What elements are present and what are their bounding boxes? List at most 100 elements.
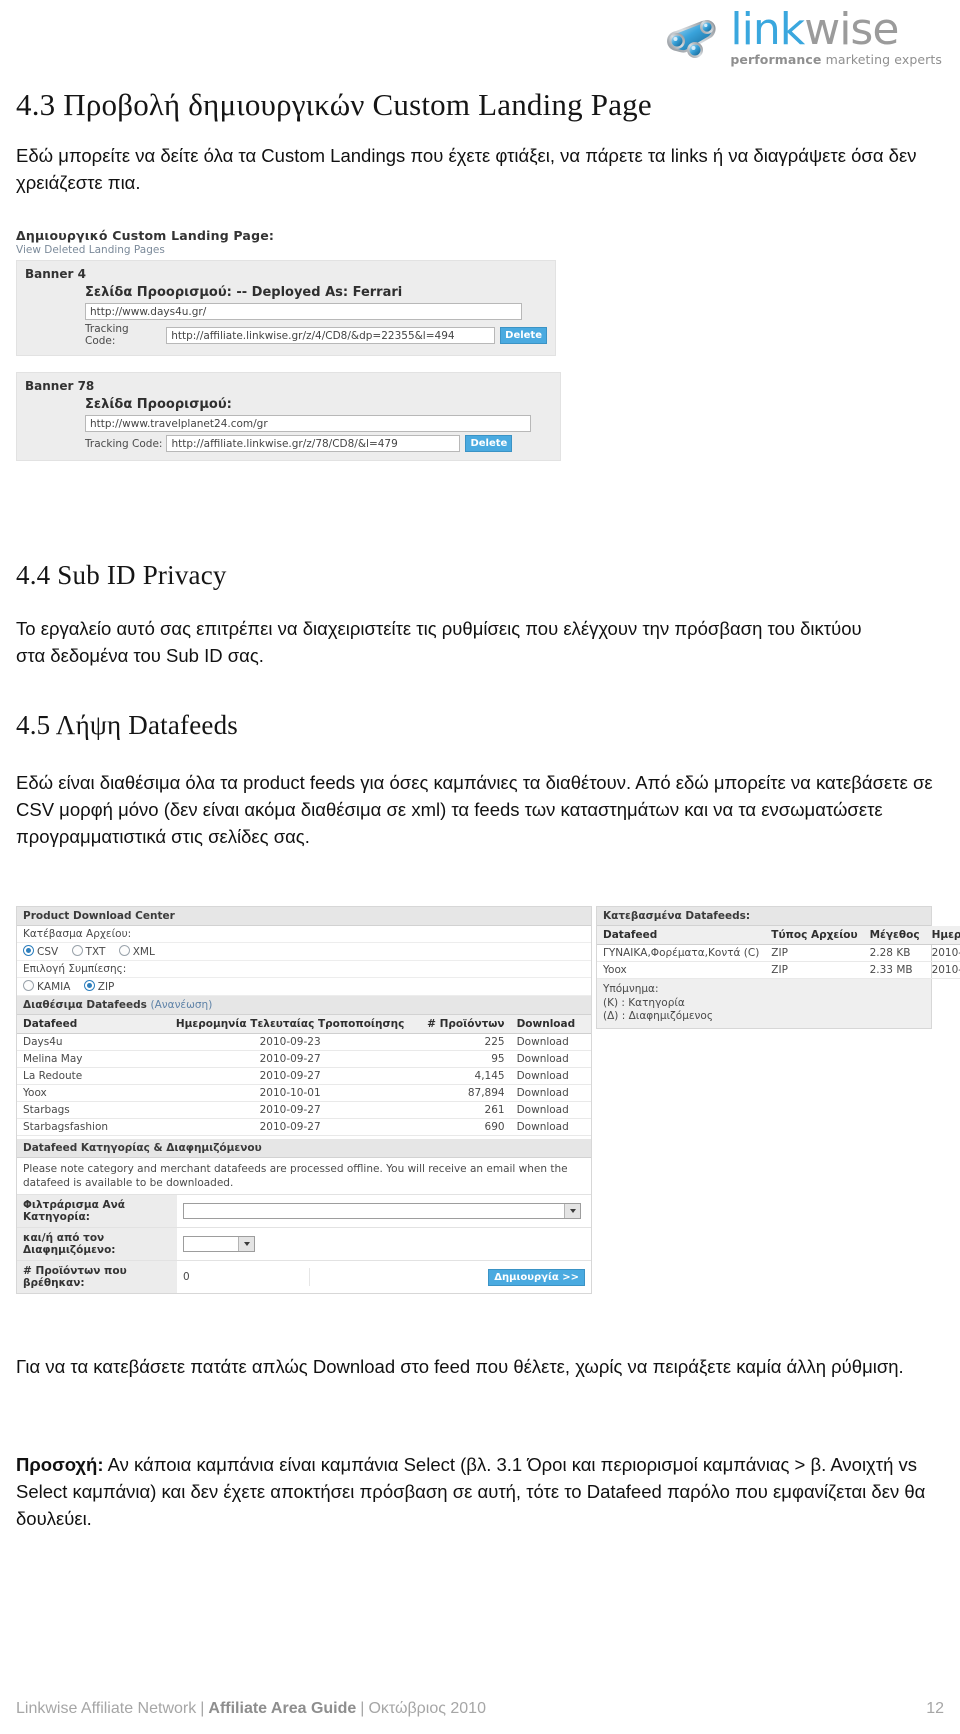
radio-none-icon[interactable] bbox=[23, 980, 34, 991]
refresh-link[interactable]: (Ανανέωση) bbox=[151, 999, 213, 1011]
cell-download-link[interactable]: Download bbox=[510, 1101, 591, 1119]
linkwise-logo: linkwise performance marketing experts bbox=[652, 6, 942, 68]
table-row: La Redoute 2010-09-27 4,145 Download bbox=[17, 1067, 591, 1085]
chevron-down-icon[interactable] bbox=[564, 1204, 580, 1219]
warning-label: Προσοχή: bbox=[16, 1454, 104, 1475]
delete-button[interactable]: Delete bbox=[465, 435, 513, 452]
category-merchant-header: Datafeed Κατηγορίας & Διαφημιζόμενου bbox=[17, 1139, 591, 1158]
banner-name: Banner 4 bbox=[25, 267, 86, 281]
filter-merchant-row: και/ή από τον Διαφημιζόμενο: bbox=[17, 1228, 591, 1262]
filter-category-select[interactable] bbox=[183, 1203, 581, 1220]
logo-word-link: link bbox=[730, 3, 805, 55]
chevron-down-icon[interactable] bbox=[238, 1237, 254, 1252]
cell-file-type: ZIP bbox=[765, 944, 864, 962]
destination-url-row: http://www.travelplanet24.com/gr bbox=[85, 415, 552, 432]
footer-guide: Affiliate Area Guide bbox=[208, 1700, 357, 1717]
legend-category: (Κ) : Κατηγορία bbox=[603, 996, 685, 1009]
radio-option-xml[interactable]: XML bbox=[118, 945, 155, 958]
cell-size: 2.28 KB bbox=[863, 944, 926, 962]
cell-download-link[interactable]: Download bbox=[510, 1118, 591, 1136]
col-products: # Προϊόντων bbox=[410, 1015, 511, 1034]
footer-left: Linkwise Affiliate Network | Affiliate Are… bbox=[16, 1700, 486, 1718]
table-row: Yoox 2010-10-01 87,894 Download bbox=[17, 1084, 591, 1102]
cell-date: 2010-09-27 bbox=[169, 1067, 411, 1085]
cell-size: 2.33 MB bbox=[863, 961, 926, 979]
available-datafeeds-table: Datafeed Ημερομηνία Τελευταίας Τροποποίη… bbox=[17, 1015, 591, 1136]
footer-separator: | bbox=[200, 1700, 205, 1717]
section-4-5-heading: 4.5 Λήψη Datafeeds bbox=[16, 710, 239, 740]
cell-download-link[interactable]: Download bbox=[510, 1050, 591, 1068]
destination-url-input[interactable]: http://www.days4u.gr/ bbox=[85, 303, 522, 320]
cell-date: 2010-09-23 bbox=[169, 1033, 411, 1051]
cell-download-link[interactable]: Download bbox=[510, 1067, 591, 1085]
cell-products: 261 bbox=[410, 1101, 511, 1119]
delete-button[interactable]: Delete bbox=[500, 326, 547, 344]
cell-date: 2010-09-27 bbox=[169, 1101, 411, 1119]
col-file-type: Τύπος Αρχείου bbox=[765, 926, 864, 945]
cell-download-link[interactable]: Download bbox=[510, 1084, 591, 1102]
cell-download-link[interactable]: Download bbox=[510, 1033, 591, 1051]
available-datafeeds-title: Διαθέσιμα Datafeeds bbox=[23, 999, 147, 1011]
destination-label: Σελίδα Προορισμού: bbox=[85, 397, 232, 412]
section-4-5-paragraph: Εδώ είναι διαθέσιμα όλα τα product feeds… bbox=[16, 772, 933, 847]
cell-feed[interactable]: ΓΥΝΑΙΚΑ,Φορέματα,Κοντά (C) bbox=[597, 944, 766, 962]
product-download-center-header: Product Download Center bbox=[17, 907, 591, 926]
custom-landing-screenshot: Δημιουργικό Custom Landing Page: View De… bbox=[16, 228, 576, 461]
page-footer: Linkwise Affiliate Network | Affiliate Are… bbox=[16, 1700, 944, 1718]
table-header-row: Datafeed Τύπος Αρχείου Μέγεθος Ημερομηνί… bbox=[597, 926, 960, 945]
section-4-3-paragraph: Εδώ μπορείτε να δείτε όλα τα Custom Land… bbox=[16, 145, 917, 193]
radio-option-zip[interactable]: ZIP bbox=[83, 980, 115, 993]
tracking-code-input[interactable]: http://affiliate.linkwise.gr/z/4/CD8/&dp… bbox=[166, 326, 496, 344]
table-row: Melina May 2010-09-27 95 Download bbox=[17, 1050, 591, 1068]
radio-label-zip: ZIP bbox=[97, 981, 115, 993]
cell-products: 4,145 bbox=[410, 1067, 511, 1085]
available-datafeeds-header: Διαθέσιμα Datafeeds (Ανανέωση) bbox=[17, 996, 591, 1015]
radio-csv-icon[interactable] bbox=[23, 945, 34, 956]
cell-date: 2010-09-27 bbox=[169, 1050, 411, 1068]
destination-url-input[interactable]: http://www.travelplanet24.com/gr bbox=[85, 415, 531, 432]
radio-zip-icon[interactable] bbox=[83, 980, 95, 991]
section-4-5-warning-paragraph: Προσοχή: Αν κάποια καμπάνια είναι καμπάν… bbox=[16, 1452, 934, 1532]
banner-block: Banner 4 Σελίδα Προορισμού: -- Deployed … bbox=[16, 260, 556, 356]
table-row: Days4u 2010-09-23 225 Download bbox=[17, 1033, 591, 1051]
destination-url-row: http://www.days4u.gr/ bbox=[85, 303, 547, 320]
cell-products: 690 bbox=[410, 1118, 511, 1136]
cell-products: 95 bbox=[410, 1050, 511, 1068]
generate-cell: Δημιουργία >> bbox=[310, 1266, 591, 1289]
radio-option-none[interactable]: ΚΑΜΙΑ bbox=[23, 980, 71, 993]
footer-network: Linkwise Affiliate Network bbox=[16, 1700, 197, 1717]
col-download-date: Ημερομηνία Download bbox=[925, 926, 960, 945]
banner-block: Banner 78 Σελίδα Προορισμού: http://www.… bbox=[16, 372, 561, 461]
cell-download-date: 2010-09-07 17:57:42 bbox=[925, 961, 960, 979]
logo-wordmark: linkwise performance marketing experts bbox=[730, 7, 942, 67]
view-deleted-landing-pages-link[interactable]: View Deleted Landing Pages bbox=[16, 244, 576, 256]
tracking-code-row: Tracking Code: http://affiliate.linkwise… bbox=[85, 435, 552, 452]
section-4-3-heading: 4.3 Προβολή δημιουργικών Custom Landing … bbox=[16, 87, 652, 122]
cell-date: 2010-09-27 bbox=[169, 1118, 411, 1136]
section-4-5-after-paragraph: Για να τα κατεβάσετε πατάτε απλώς Downlo… bbox=[16, 1356, 904, 1377]
downloaded-datafeeds-panel: Κατεβασμένα Datafeeds: Datafeed Τύπος Αρ… bbox=[596, 906, 960, 1029]
cell-feed: La Redoute bbox=[17, 1067, 170, 1085]
found-products-value-cell: 0 bbox=[177, 1268, 310, 1287]
filter-merchant-select[interactable] bbox=[183, 1236, 255, 1253]
logo-tagline: performance marketing experts bbox=[730, 53, 942, 67]
tracking-code-label: Tracking Code: bbox=[85, 323, 129, 347]
radio-txt-icon[interactable] bbox=[71, 945, 83, 956]
offline-processing-note: Please note category and merchant datafe… bbox=[17, 1158, 591, 1196]
section-4-4-heading: 4.4 Sub ID Privacy bbox=[16, 560, 227, 590]
radio-xml-icon[interactable] bbox=[118, 945, 130, 956]
section-4-4-paragraph: Το εργαλείο αυτό σας επιτρέπει να διαχει… bbox=[16, 618, 862, 666]
destination-label: Σελίδα Προορισμού: -- Deployed As: Ferra… bbox=[85, 285, 403, 300]
found-products-row: # Προϊόντων που βρέθηκαν: 0 Δημιουργία >… bbox=[17, 1261, 591, 1294]
downloaded-datafeeds-header: Κατεβασμένα Datafeeds: bbox=[597, 907, 931, 926]
radio-label-none: ΚΑΜΙΑ bbox=[37, 981, 71, 993]
cell-feed[interactable]: Yoox bbox=[597, 961, 766, 979]
generate-button[interactable]: Δημιουργία >> bbox=[488, 1268, 585, 1286]
filter-merchant-field bbox=[177, 1233, 591, 1255]
col-size: Μέγεθος bbox=[863, 926, 926, 945]
product-download-center-panel: Product Download Center Κατέβασμα Αρχείο… bbox=[16, 906, 592, 1295]
tracking-code-input[interactable]: http://affiliate.linkwise.gr/z/78/CD8/&l… bbox=[166, 435, 461, 452]
document-page: linkwise performance marketing experts 4… bbox=[0, 0, 960, 1734]
radio-option-csv[interactable]: CSV bbox=[23, 945, 58, 958]
radio-option-txt[interactable]: TXT bbox=[71, 945, 105, 958]
